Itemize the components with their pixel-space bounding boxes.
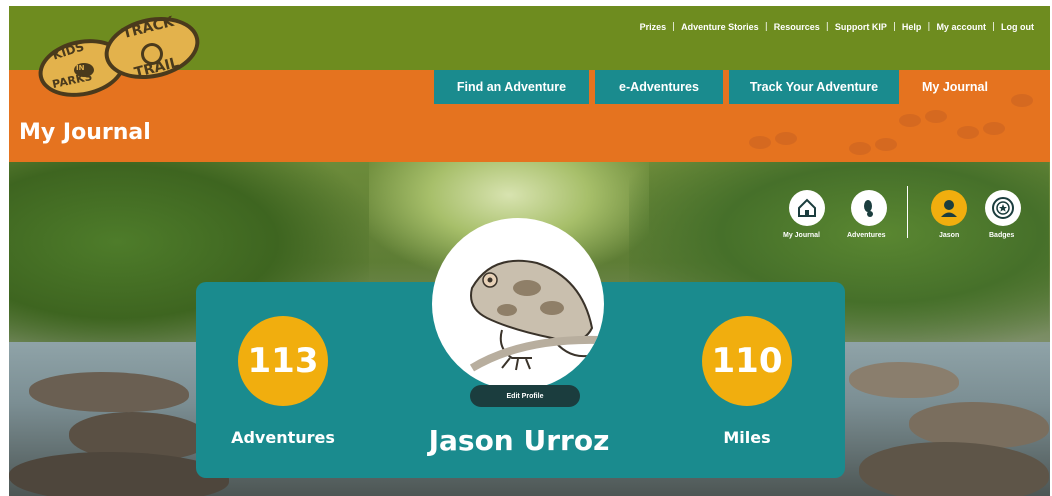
tab-find-an-adventure[interactable]: Find an Adventure [434,70,589,104]
frog-avatar [432,218,604,390]
util-link-resources[interactable]: Resources [768,22,826,32]
util-link-help[interactable]: Help [896,22,928,32]
edit-profile-button[interactable]: Edit Profile [470,385,580,407]
journal-nav-label-badges[interactable]: Badges [989,232,1014,239]
util-link-prizes[interactable]: Prizes [634,22,673,32]
footprint-icon[interactable] [851,190,887,226]
adventures-count: 113 [238,316,328,406]
miles-label: Miles [723,428,771,447]
user-icon[interactable] [931,190,967,226]
page-title: My Journal [19,120,151,145]
tab-track-your-adventure[interactable]: Track Your Adventure [729,70,899,104]
journal-nav-label-my-journal[interactable]: My Journal [783,232,820,239]
utility-nav: Prizes | Adventure Stories | Resources |… [634,22,1040,32]
util-link-adventure-stories[interactable]: Adventure Stories [675,22,765,32]
tab-e-adventures[interactable]: e-Adventures [595,70,723,104]
page-frame: Prizes | Adventure Stories | Resources |… [9,6,1050,496]
kids-in-parks-logo[interactable]: KIDS IN PARKS TRACK TRAIL [34,10,204,102]
journal-nav-label-adventures[interactable]: Adventures [847,232,886,239]
user-name: Jason Urroz [428,424,610,457]
journal-nav-label-jason[interactable]: Jason [939,232,959,239]
tab-my-journal[interactable]: My Journal [905,70,1005,104]
badge-icon[interactable] [985,190,1021,226]
journal-nav-divider [907,186,908,238]
util-link-support-kip[interactable]: Support KIP [829,22,893,32]
adventures-label: Adventures [231,428,335,447]
util-link-log-out[interactable]: Log out [995,22,1040,32]
journal-nav: My Journal Adventures Jason Badges [783,186,1039,256]
main-tabs: Find an Adventure e-Adventures Track You… [434,70,1005,104]
util-link-my-account[interactable]: My account [930,22,992,32]
home-icon[interactable] [789,190,825,226]
miles-count: 110 [702,316,792,406]
